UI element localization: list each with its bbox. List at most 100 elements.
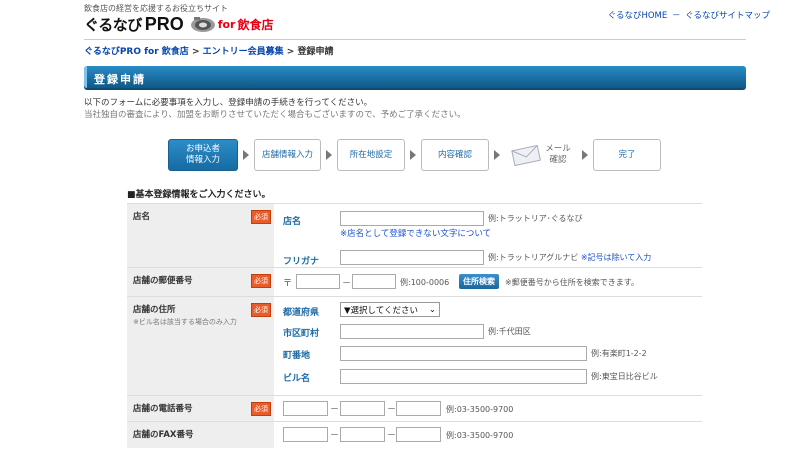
step-arrow-icon — [326, 150, 332, 160]
progress-steps: お申込者 情報入力 店舗情報入力 所在地設定 内容確認 メール 確認 完了 — [168, 137, 661, 173]
site-header: 飲食店の経営を応援するお役立ちサイト ぐるなび PRO for 飲食店 ぐるなび… — [0, 0, 800, 40]
fax-input-3[interactable] — [396, 427, 441, 442]
fax-input-2[interactable] — [340, 427, 385, 442]
phone-input-2[interactable] — [340, 401, 385, 416]
breadcrumb-item-current: 登録申請 — [297, 47, 334, 57]
row-address: 店舗の住所 ※ビル名は該当する場合のみ入力 必須 都道府県 ▼選択してください … — [127, 297, 702, 396]
step-label: 内容確認 — [437, 149, 472, 160]
row-content: 店名 例:トラットリア･ぐるなび ※店名として登録できない文字について フリガナ… — [274, 204, 702, 267]
step-arrow-icon — [243, 150, 249, 160]
fax-hint: 例:03-3500-9700 — [446, 431, 514, 440]
row-shop-name: 店名 必須 店名 例:トラットリア･ぐるなび ※店名として登録できない文字につい… — [127, 203, 702, 268]
postal-code-input-2[interactable] — [352, 274, 396, 289]
row-label: 店舗の電話番号 必須 — [127, 396, 274, 421]
required-badge: 必須 — [251, 402, 271, 416]
row-label: 店舗の郵便番号 必須 — [127, 268, 274, 296]
link-sitemap[interactable]: ぐるなびサイトマップ — [685, 11, 770, 21]
logo-main-text: ぐるなび — [84, 15, 142, 34]
page-title: 登録申請 — [94, 73, 146, 86]
phone-input-3[interactable] — [396, 401, 441, 416]
address-search-button[interactable]: 住所検索 — [459, 274, 499, 289]
kana-hint-text: 例:トラットリアグルナビ — [488, 253, 579, 262]
breadcrumb-sep: > — [283, 47, 298, 57]
intro-line-1: 以下のフォームに必要事項を入力し、登録申請の手続きを行ってください。 — [84, 98, 373, 108]
step-applicant-info: お申込者 情報入力 — [168, 139, 238, 171]
row-label: 店舗のFAX番号 — [127, 422, 274, 448]
row-content: 都道府県 ▼選択してください ⌄ 市区町村 例:千代田区 町番地 例:有楽町1-… — [274, 297, 702, 395]
shop-name-note-link[interactable]: ※店名として登録できない文字について — [340, 227, 491, 239]
step-arrow-icon — [410, 150, 416, 160]
field-label-prefecture: 都道府県 — [283, 308, 320, 318]
city-hint: 例:千代田区 — [488, 327, 531, 336]
field-label-kana: フリガナ — [283, 257, 320, 267]
phone-dash: － — [330, 405, 340, 415]
step-mail-confirm: メール 確認 — [505, 139, 577, 171]
breadcrumb-item-entry[interactable]: エントリー会員募集 — [203, 47, 284, 57]
field-label-shop-name: 店名 — [283, 217, 302, 227]
step-label: お申込者 — [185, 144, 220, 154]
postal-mark: 〒 — [283, 279, 293, 289]
step-label: メール — [545, 144, 571, 154]
phone-input-1[interactable] — [283, 401, 328, 416]
title-accent — [84, 66, 87, 88]
fax-input-1[interactable] — [283, 427, 328, 442]
breadcrumb-item-home[interactable]: ぐるなびPRO for 飲食店 — [84, 47, 189, 57]
postal-note: ※郵便番号から住所を検索できます。 — [505, 278, 639, 287]
step-arrow-icon — [494, 150, 500, 160]
city-input[interactable] — [340, 324, 484, 339]
logo-food-text: 飲食店 — [237, 17, 274, 32]
step-label: 店舗情報入力 — [261, 149, 313, 160]
shop-name-input[interactable] — [340, 211, 484, 226]
row-content: － － 例:03-3500-9700 — [274, 396, 702, 421]
site-logo[interactable]: ぐるなび PRO for 飲食店 — [84, 13, 274, 35]
label-fax: 店舗のFAX番号 — [133, 430, 194, 440]
fax-dash: － — [387, 431, 397, 441]
step-location: 所在地設定 — [337, 139, 405, 171]
link-gnavi-home[interactable]: ぐるなびHOME — [608, 11, 668, 21]
step-complete: 完了 — [593, 139, 661, 171]
field-label-building: ビル名 — [283, 374, 311, 384]
postal-code-input-1[interactable] — [296, 274, 340, 289]
field-label-city: 市区町村 — [283, 329, 320, 339]
postal-dash: － — [342, 279, 352, 289]
breadcrumb-sep: > — [188, 47, 203, 57]
fax-dash: － — [330, 431, 340, 441]
shop-kana-hint: 例:トラットリアグルナビ ※記号は除いて入力 — [488, 252, 651, 263]
label-postal-code: 店舗の郵便番号 — [133, 276, 193, 286]
page-title-bar: 登録申請 — [84, 66, 746, 90]
postal-hint: 例:100-0006 — [400, 278, 450, 287]
step-label: 情報入力 — [185, 155, 220, 165]
shop-kana-input[interactable] — [340, 250, 484, 265]
step-label: 完了 — [618, 149, 636, 160]
row-fax: 店舗のFAX番号 － － 例:03-3500-9700 — [127, 422, 702, 448]
row-label: 店舗の住所 ※ビル名は該当する場合のみ入力 必須 — [127, 297, 274, 395]
required-badge: 必須 — [251, 210, 271, 224]
step-label: 確認 — [549, 155, 567, 165]
logo-pro-text: PRO — [144, 13, 184, 34]
required-badge: 必須 — [251, 274, 271, 288]
intro-line-2: 当社独自の審査により、加盟をお断りさせていただく場合もございますので、予めご了承… — [84, 110, 466, 120]
step-shop-info: 店舗情報入力 — [254, 139, 321, 171]
logo-for-text: for — [217, 17, 236, 31]
registration-form: 店名 必須 店名 例:トラットリア･ぐるなび ※店名として登録できない文字につい… — [127, 203, 702, 448]
label-address: 店舗の住所 — [133, 305, 176, 315]
street-input[interactable] — [340, 346, 587, 361]
required-badge: 必須 — [251, 303, 271, 317]
header-links: ぐるなびHOME － ぐるなびサイトマップ — [608, 9, 770, 21]
phone-dash: － — [387, 405, 397, 415]
intro-text: 以下のフォームに必要事項を入力し、登録申請の手続きを行ってください。 当社独自の… — [84, 97, 466, 121]
row-content: － － 例:03-3500-9700 — [274, 422, 702, 448]
camera-icon — [190, 15, 216, 33]
breadcrumb: ぐるなびPRO for 飲食店 > エントリー会員募集 > 登録申請 — [84, 44, 333, 57]
phone-hint: 例:03-3500-9700 — [446, 405, 514, 414]
label-phone: 店舗の電話番号 — [133, 404, 193, 414]
field-label-street: 町番地 — [283, 351, 311, 361]
header-divider — [84, 39, 746, 40]
row-content: 〒 － 例:100-0006 住所検索 ※郵便番号から住所を検索できます。 — [274, 268, 702, 296]
chevron-down-icon: ⌄ — [428, 304, 436, 315]
step-confirm: 内容確認 — [421, 139, 489, 171]
prefecture-select-value: ▼選択してください — [344, 305, 419, 316]
shop-name-hint: 例:トラットリア･ぐるなび — [488, 214, 583, 223]
building-input[interactable] — [340, 369, 587, 384]
prefecture-select[interactable]: ▼選択してください ⌄ — [340, 302, 440, 317]
